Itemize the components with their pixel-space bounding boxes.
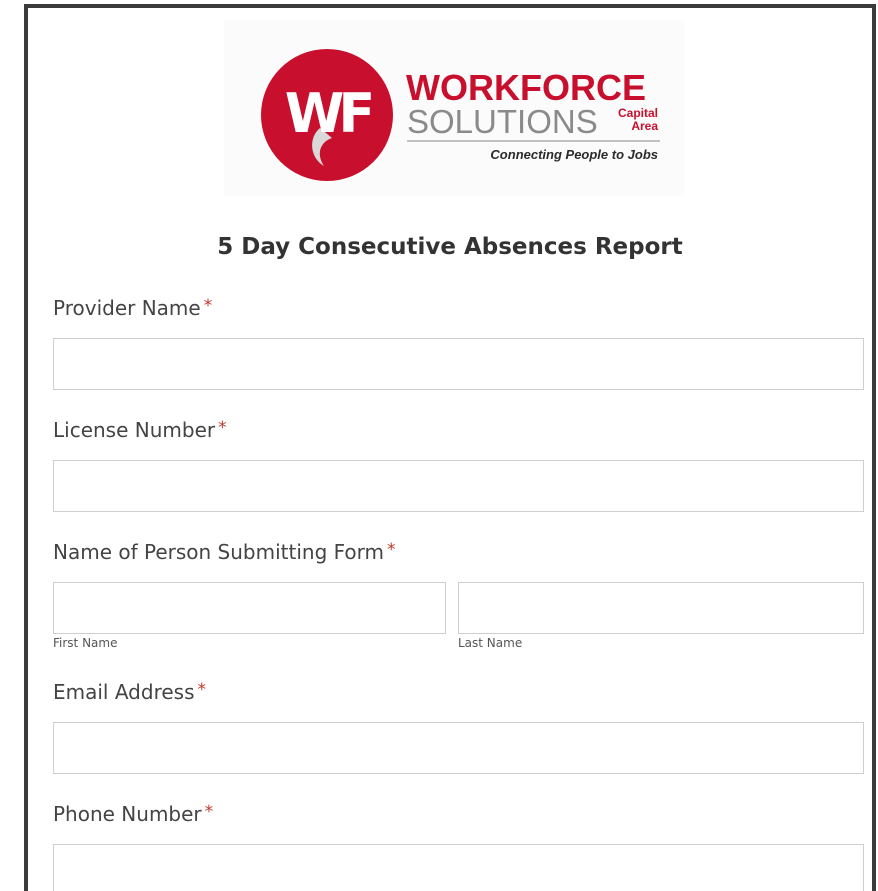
submitter-name-label: Name of Person Submitting Form * bbox=[53, 540, 396, 564]
provider-name-label-text: Provider Name bbox=[53, 296, 201, 320]
email-input[interactable] bbox=[53, 722, 864, 774]
license-number-label: License Number * bbox=[53, 418, 227, 442]
required-marker: * bbox=[203, 296, 213, 316]
logo-region-top: Capital bbox=[618, 106, 658, 120]
last-name-input[interactable] bbox=[458, 582, 864, 634]
provider-name-label: Provider Name * bbox=[53, 296, 212, 320]
submitter-name-label-text: Name of Person Submitting Form bbox=[53, 540, 385, 564]
required-marker: * bbox=[204, 802, 214, 822]
phone-label: Phone Number * bbox=[53, 802, 213, 826]
required-marker: * bbox=[218, 418, 227, 438]
logo-tagline: Connecting People to Jobs bbox=[490, 147, 658, 162]
form-title: 5 Day Consecutive Absences Report bbox=[217, 234, 683, 260]
logo: WF WORKFORCE SOLUTIONS Capital Area Conn… bbox=[224, 20, 684, 196]
license-number-label-text: License Number bbox=[53, 418, 216, 442]
provider-name-input[interactable] bbox=[53, 338, 864, 390]
logo-monogram: WF bbox=[285, 82, 372, 145]
phone-input[interactable] bbox=[53, 844, 864, 891]
logo-line1: WORKFORCE bbox=[406, 67, 646, 108]
logo-region-bottom: Area bbox=[631, 119, 658, 133]
email-label-text: Email Address bbox=[53, 680, 195, 704]
first-name-input[interactable] bbox=[53, 582, 446, 634]
phone-label-text: Phone Number bbox=[53, 802, 202, 826]
first-name-sublabel: First Name bbox=[53, 636, 118, 650]
license-number-input[interactable] bbox=[53, 460, 864, 512]
required-marker: * bbox=[197, 680, 207, 700]
required-marker: * bbox=[387, 540, 396, 560]
last-name-sublabel: Last Name bbox=[458, 636, 523, 650]
logo-line2: SOLUTIONS bbox=[407, 103, 598, 140]
email-label: Email Address * bbox=[53, 680, 206, 704]
form-frame: WF WORKFORCE SOLUTIONS Capital Area Conn… bbox=[24, 4, 876, 891]
